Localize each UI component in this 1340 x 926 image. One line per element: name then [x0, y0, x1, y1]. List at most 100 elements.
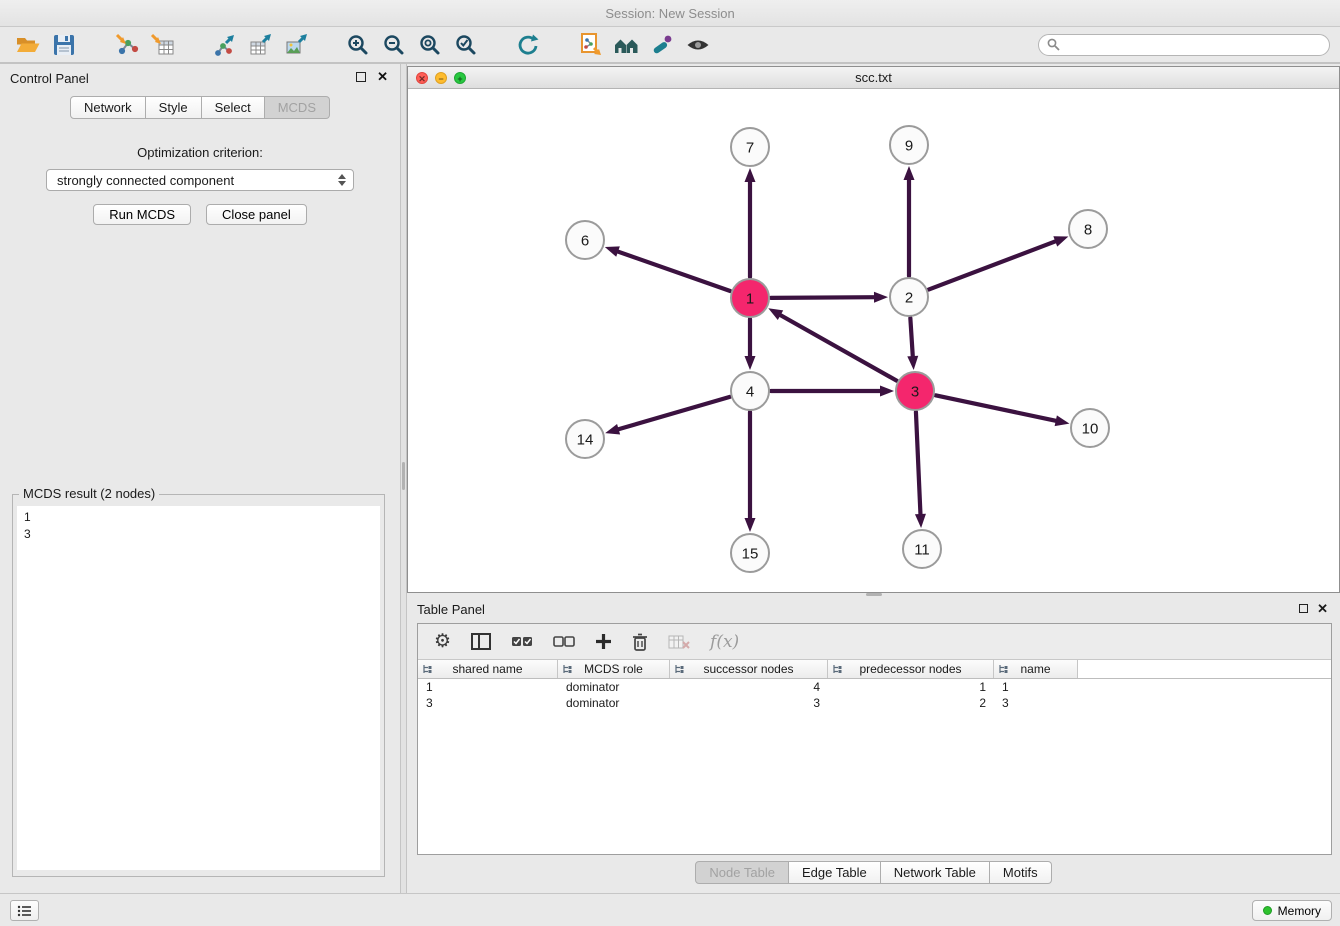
control-panel-tabs: NetworkStyleSelectMCDS: [0, 96, 400, 119]
search-field[interactable]: [1038, 34, 1330, 56]
graph-node[interactable]: 15: [731, 534, 769, 572]
close-panel-button[interactable]: Close panel: [206, 204, 307, 225]
graph-edge[interactable]: [745, 319, 756, 370]
column-header-shared-name[interactable]: shared name: [418, 660, 558, 678]
import-network-button[interactable]: [108, 30, 144, 60]
zoom-out-button[interactable]: [376, 30, 412, 60]
graph-edge[interactable]: [771, 386, 894, 397]
zoom-fit-button[interactable]: [412, 30, 448, 60]
zoom-selected-button[interactable]: [448, 30, 484, 60]
arrowhead-icon: [915, 514, 926, 528]
run-mcds-button[interactable]: Run MCDS: [93, 204, 191, 225]
refresh-view-button[interactable]: [510, 30, 546, 60]
export-network-button[interactable]: [206, 30, 242, 60]
graph-node[interactable]: 3: [896, 372, 934, 410]
column-type-icon: [562, 664, 572, 674]
search-input[interactable]: [1066, 38, 1321, 52]
graph-edge[interactable]: [915, 412, 926, 528]
floppy-disk-icon: [52, 33, 76, 57]
show-hide-view-button[interactable]: [680, 30, 716, 60]
column-header-MCDS-role[interactable]: MCDS role: [558, 660, 670, 678]
graph-edge[interactable]: [745, 168, 756, 277]
close-panel-icon[interactable]: ✕: [377, 69, 388, 85]
node-label: 9: [905, 137, 913, 154]
graph-node[interactable]: 4: [731, 372, 769, 410]
graph-edge[interactable]: [936, 395, 1070, 426]
deselect-all-rows-button[interactable]: [553, 636, 575, 648]
save-session-button[interactable]: [46, 30, 82, 60]
graph-node[interactable]: 7: [731, 128, 769, 166]
graph-edge[interactable]: [768, 308, 896, 380]
splitter-handle[interactable]: [402, 462, 405, 490]
graph-node[interactable]: 2: [890, 278, 928, 316]
graph-node[interactable]: 1: [731, 279, 769, 317]
tab-select[interactable]: Select: [202, 96, 265, 119]
application-window: Session: New Session: [0, 0, 1340, 926]
select-all-rows-button[interactable]: [511, 636, 533, 648]
table-tab-motifs[interactable]: Motifs: [990, 861, 1052, 884]
graph-node[interactable]: 6: [566, 221, 604, 259]
open-network-document-button[interactable]: [572, 30, 608, 60]
graph-node[interactable]: 10: [1071, 409, 1109, 447]
gear-icon: ⚙: [434, 632, 451, 651]
table-tab-network-table[interactable]: Network Table: [881, 861, 990, 884]
float-panel-icon[interactable]: [356, 72, 366, 82]
tab-style[interactable]: Style: [146, 96, 202, 119]
delete-table-button[interactable]: [668, 634, 690, 650]
network-graph[interactable]: 7 9 6 8 1 2 4 3 14 10 15 11: [408, 89, 1339, 592]
show-column-button[interactable]: [471, 633, 491, 650]
column-header-predecessor-nodes[interactable]: predecessor nodes: [828, 660, 994, 678]
memory-button[interactable]: Memory: [1252, 900, 1332, 921]
import-table-button[interactable]: [144, 30, 180, 60]
table-tab-edge-table[interactable]: Edge Table: [789, 861, 881, 884]
export-table-button[interactable]: [242, 30, 278, 60]
column-header-name[interactable]: name: [994, 660, 1078, 678]
function-builder-button[interactable]: f(x): [710, 632, 739, 652]
table-cell: 3: [994, 695, 1078, 711]
tab-mcds[interactable]: MCDS: [265, 96, 330, 119]
export-image-button[interactable]: [278, 30, 314, 60]
table-row[interactable]: 1dominator411: [418, 679, 1331, 695]
close-window-icon[interactable]: ✕: [416, 72, 428, 84]
splitter-handle[interactable]: [866, 593, 882, 596]
task-history-button[interactable]: [10, 900, 39, 921]
graph-edge[interactable]: [605, 397, 730, 435]
column-type-icon: [998, 664, 1008, 674]
graph-node[interactable]: 9: [890, 126, 928, 164]
column-header-successor-nodes[interactable]: successor nodes: [670, 660, 828, 678]
add-row-button[interactable]: [595, 633, 612, 650]
table-row[interactable]: 3dominator323: [418, 695, 1331, 711]
network-canvas[interactable]: 7 9 6 8 1 2 4 3 14 10 15 11: [408, 89, 1339, 592]
graph-node[interactable]: 14: [566, 420, 604, 458]
graph-edge[interactable]: [771, 292, 888, 303]
mcds-result-text[interactable]: 1 3: [17, 506, 380, 870]
table-tab-node-table[interactable]: Node Table: [695, 861, 789, 884]
close-table-panel-icon[interactable]: ✕: [1317, 601, 1328, 617]
dropdown-stepper-icon: [338, 174, 348, 186]
zoom-in-button[interactable]: [340, 30, 376, 60]
show-network-views-button[interactable]: [608, 30, 644, 60]
tab-network[interactable]: Network: [70, 96, 146, 119]
table-settings-button[interactable]: ⚙: [434, 632, 451, 651]
network-window-titlebar: ✕ − + scc.txt: [408, 67, 1339, 89]
zoom-window-icon[interactable]: +: [454, 72, 466, 84]
memory-status-icon: [1263, 906, 1272, 915]
delete-row-button[interactable]: [632, 633, 648, 651]
table-cell: 1: [994, 679, 1078, 695]
style-brush-button[interactable]: [644, 30, 680, 60]
graph-edge[interactable]: [904, 166, 915, 276]
graph-node[interactable]: 8: [1069, 210, 1107, 248]
float-table-panel-icon[interactable]: [1299, 604, 1308, 613]
graph-edge[interactable]: [929, 236, 1069, 289]
arrowhead-icon: [605, 424, 620, 435]
minimize-window-icon[interactable]: −: [435, 72, 447, 84]
vertical-splitter[interactable]: [400, 64, 407, 893]
graph-node[interactable]: 11: [903, 530, 941, 568]
import-network-icon: [114, 33, 139, 57]
graph-edge[interactable]: [605, 246, 730, 291]
graph-edge[interactable]: [907, 318, 918, 370]
open-session-button[interactable]: [10, 30, 46, 60]
graph-edge[interactable]: [745, 412, 756, 532]
export-table-icon: [248, 33, 273, 57]
optimization-dropdown[interactable]: strongly connected component: [46, 169, 354, 191]
